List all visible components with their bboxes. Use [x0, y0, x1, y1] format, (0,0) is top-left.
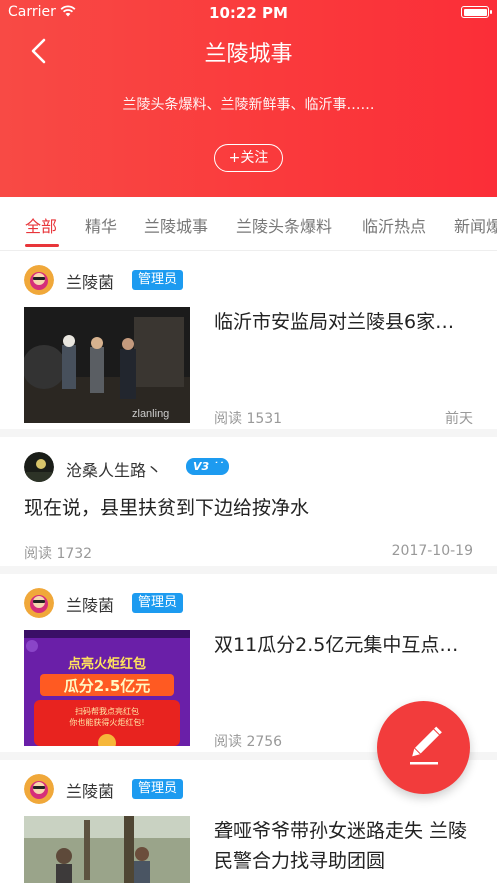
thumbnail-watermark: zlanling — [132, 408, 169, 420]
follow-button[interactable]: +关注 — [214, 144, 283, 172]
post-thumbnail[interactable] — [24, 816, 190, 883]
post-title[interactable]: 临沂市安监局对兰陵县6家… — [214, 307, 473, 337]
post-time: 2017-10-19 — [391, 543, 473, 559]
post-title[interactable]: 聋哑爷爷带孙女迷路走失 兰陵民警合力找寻助团圆 — [214, 816, 473, 876]
pencil-icon — [410, 726, 442, 765]
status-time: 10:22 PM — [209, 4, 288, 22]
avatar[interactable] — [24, 265, 54, 295]
post-thumbnail[interactable]: 点亮火炬红包 瓜分2.5亿元 扫码帮我点亮红包 你也能获得火炬红包! — [24, 630, 190, 746]
post-title[interactable]: 双11瓜分2.5亿元集中互点… — [214, 630, 473, 660]
thumbnail-caption: 你也能获得火炬红包! — [69, 717, 144, 727]
thumbnail-amount: 瓜分2.5亿元 — [64, 677, 151, 695]
tab-lanling-city[interactable]: 兰陵城事 — [144, 213, 208, 237]
avatar[interactable] — [24, 774, 54, 804]
read-count: 阅读 1732 — [24, 546, 93, 562]
thumbnail-headline: 点亮火炬红包 — [68, 656, 146, 672]
admin-badge: 管理员 — [132, 593, 184, 613]
category-tabs: 全部 精华 兰陵城事 兰陵头条爆料 临沂热点 新闻爆 — [0, 197, 497, 251]
tab-lanling-headlines[interactable]: 兰陵头条爆料 — [236, 213, 332, 237]
header: Carrier 10:22 PM 兰陵城事 兰陵头条爆料、兰陵新鲜事、临沂事……… — [0, 0, 497, 197]
post-item[interactable]: 沧桑人生路丶 V3 ˙˙ 现在说，县里扶贫到下边给按净水 阅读 1732 201… — [0, 437, 497, 574]
author-name[interactable]: 兰陵菌 — [66, 592, 114, 616]
avatar[interactable] — [24, 588, 54, 618]
tab-linyi-hot[interactable]: 临沂热点 — [362, 213, 426, 237]
tab-essence[interactable]: 精华 — [85, 213, 117, 237]
read-count: 阅读 2756 — [214, 734, 283, 750]
active-tab-indicator — [25, 244, 59, 247]
author-name[interactable]: 兰陵菌 — [66, 269, 114, 293]
author-name[interactable]: 兰陵菌 — [66, 778, 114, 802]
post-item[interactable]: 兰陵菌 管理员 zlanling 临沂市安监局对兰陵县6家… 阅读 1531 前… — [0, 251, 497, 437]
tab-all[interactable]: 全部 — [25, 213, 57, 237]
author-name[interactable]: 沧桑人生路丶 — [66, 457, 162, 481]
admin-badge: 管理员 — [132, 779, 184, 799]
post-title[interactable]: 现在说，县里扶贫到下边给按净水 — [24, 493, 473, 523]
battery-icon — [461, 6, 492, 18]
level-badge: V3 ˙˙ — [186, 458, 229, 475]
post-thumbnail[interactable]: zlanling — [24, 307, 190, 423]
thumbnail-caption: 扫码帮我点亮红包 — [75, 706, 139, 716]
compose-button[interactable] — [377, 701, 470, 794]
post-time: 前天 — [445, 411, 473, 427]
page-subtitle: 兰陵头条爆料、兰陵新鲜事、临沂事…… — [122, 97, 375, 113]
avatar[interactable] — [24, 452, 54, 482]
status-bar: Carrier 10:22 PM — [0, 0, 497, 26]
tab-news[interactable]: 新闻爆 — [454, 213, 497, 237]
page-title: 兰陵城事 — [204, 42, 293, 67]
read-count: 阅读 1531 — [214, 411, 283, 427]
admin-badge: 管理员 — [132, 270, 184, 290]
level-badge-label: V3 — [193, 460, 210, 473]
